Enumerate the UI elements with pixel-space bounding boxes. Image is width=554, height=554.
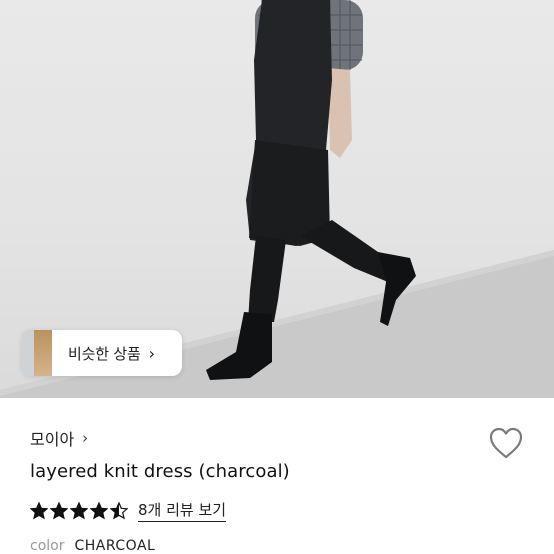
review-link[interactable]: 8개 리뷰 보기 [138,499,227,522]
product-title: layered knit dress (charcoal) [30,461,290,482]
product-info: 모이아 › layered knit dress (charcoal) 8개 리… [0,398,554,554]
product-photo[interactable]: 비슷한 상품 › [0,0,554,398]
heart-outline-icon[interactable] [488,426,524,460]
color-option: color CHARCOAL [30,538,155,554]
star-full-icon [30,501,48,519]
star-full-icon [70,501,88,519]
chevron-right-icon: › [148,343,155,363]
rating-row: 8개 리뷰 보기 [30,499,227,522]
star-full-icon [90,501,108,519]
chevron-right-icon: › [82,429,89,447]
shop-link[interactable]: 모이아 › [30,426,88,450]
star-full-icon [50,501,68,519]
star-half-icon [110,501,128,519]
rating-stars [30,501,130,520]
color-option-label: color [30,538,65,554]
similar-products-label: 비슷한 상품 [68,344,141,363]
similar-products-thumbnail [22,330,52,376]
shop-name: 모이아 [30,430,75,449]
similar-products-button[interactable]: 비슷한 상품 › [22,330,182,376]
color-option-value: CHARCOAL [74,538,156,554]
